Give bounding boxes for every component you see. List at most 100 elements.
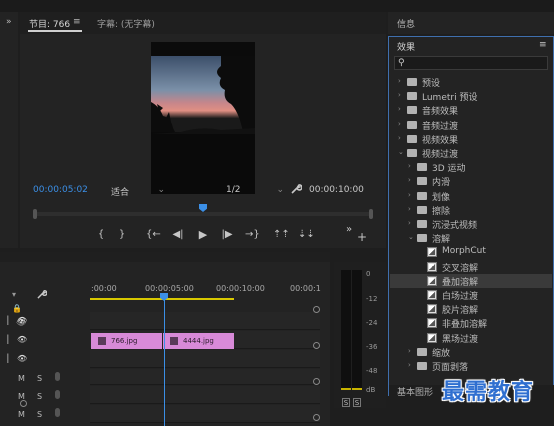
mark-out-button[interactable]: } [117,229,127,240]
expand-panels-button[interactable]: » [6,17,12,27]
chevron-right-icon[interactable]: › [408,205,411,213]
tab-caption[interactable]: 字幕: (无字幕) [97,17,155,30]
effects-menu-icon[interactable]: ≡ [539,40,547,50]
effects-tree-item[interactable]: › 缩放 [390,345,552,359]
chevron-right-icon[interactable]: › [408,361,411,369]
timeline-settings-wrench-icon[interactable] [37,289,48,302]
clip-766[interactable]: 766.jpg [91,333,162,349]
ruler-tick-5: 00:00:05:00 [145,284,194,293]
extract-button[interactable]: ⇣⇣ [298,229,315,240]
track-v2-target[interactable]: ▕ [2,335,8,344]
eye-icon[interactable]: 👁 [17,335,27,344]
step-back-button[interactable]: ◀| [171,229,185,240]
effects-tree-item[interactable]: 胶片溶解 [390,302,552,316]
chevron-right-icon[interactable]: › [398,105,401,113]
effects-tree-item[interactable]: 黑场过渡 [390,331,552,345]
step-forward-button[interactable]: |▶ [220,229,234,240]
chevron-down-icon[interactable]: ⌄ [398,148,404,156]
playhead-marker[interactable] [199,204,207,212]
effects-tree-item[interactable]: MorphCut [390,245,552,259]
tab-menu-icon[interactable]: ≡ [73,17,81,27]
mic-icon[interactable] [55,390,60,399]
solo-right-button[interactable]: S [353,398,361,407]
effects-tree-item[interactable]: 白场过渡 [390,288,552,302]
effects-panel-title[interactable]: 效果 [397,40,415,53]
resolution-select[interactable]: 1/2 ⌄ [226,185,284,195]
horizontal-scroll-handle[interactable] [20,400,27,407]
mark-in-button[interactable]: { [96,229,106,240]
chevron-down-icon[interactable]: ⌄ [408,233,414,241]
chevron-right-icon[interactable]: › [398,134,401,142]
settings-wrench-icon[interactable] [291,183,303,197]
effects-tree-item[interactable]: › 预设 [390,75,552,89]
mic-icon[interactable] [55,372,60,381]
vertical-scroll-handle[interactable] [313,342,320,349]
effects-tree-item-label: 音频过渡 [422,121,459,132]
track-v3-target[interactable]: ▕ [2,316,8,325]
chevron-right-icon[interactable]: › [408,162,411,170]
tab-program[interactable]: 节目: 766 [29,17,70,30]
track-v1[interactable] [90,350,320,368]
mute-button[interactable]: M [18,374,25,383]
vertical-scroll-handle[interactable] [313,306,320,313]
scrub-start-handle[interactable] [33,209,37,219]
eye-icon[interactable]: 👁 [17,354,27,363]
effects-tree-item[interactable]: › 视频效果 [390,132,552,146]
solo-button[interactable]: S [37,374,42,383]
effects-tree-item[interactable]: › 页面剥落 [390,359,552,373]
effects-search-input[interactable]: ⚲ [394,56,548,70]
effects-tree-item[interactable]: 交叉溶解 [390,260,552,274]
effects-tree-item[interactable]: ⌄ 视频过渡 [390,146,552,160]
scrub-bar[interactable] [33,212,373,216]
mute-button[interactable]: M [18,410,25,419]
vertical-scroll-handle[interactable] [313,378,320,385]
mic-icon[interactable] [55,408,60,417]
effects-tree-item[interactable]: ⌄ 溶解 [390,231,552,245]
effects-tree-item-label: 沉浸式视频 [432,221,478,231]
solo-button[interactable]: S [37,392,42,401]
go-to-out-button[interactable]: →} [245,229,260,240]
solo-button[interactable]: S [37,410,42,419]
play-button[interactable]: ▶ [196,228,210,241]
effects-tree-item[interactable]: 叠加溶解 [390,273,552,288]
effects-tree-item[interactable]: › Lumetri 预设 [390,89,552,103]
track-a1[interactable] [90,369,320,385]
go-to-in-button[interactable]: {← [146,229,161,240]
effects-tree-item[interactable]: › 内滑 [390,174,552,188]
effects-tree-item[interactable]: › 音频效果 [390,103,552,117]
solo-left-button[interactable]: S [342,398,350,407]
scrub-end-handle[interactable] [369,209,373,219]
effects-tree-item[interactable]: 非叠加溶解 [390,316,552,330]
effects-tree-item[interactable]: › 3D 运动 [390,160,552,174]
effects-tree-item[interactable]: › 擦除 [390,203,552,217]
info-panel-title[interactable]: 信息 [397,17,415,30]
fit-select[interactable]: 适合 ⌄ [111,185,165,198]
vertical-scroll-handle[interactable] [313,414,320,421]
add-button[interactable]: + [357,230,367,244]
chevron-right-icon[interactable]: › [398,91,401,99]
effects-tree-item[interactable]: › 划像 [390,189,552,203]
chevron-right-icon[interactable]: › [398,120,401,128]
chevron-right-icon[interactable]: › [408,219,411,227]
effects-tree-item[interactable]: › 音频过渡 [390,118,552,132]
chevron-right-icon[interactable]: › [408,347,411,355]
track-a2[interactable] [90,386,320,404]
track-v1-target[interactable]: ▕ [2,354,8,363]
transition-effect-icon [427,247,437,258]
lift-button[interactable]: ⇡⇡ [273,229,290,240]
chevron-right-icon[interactable]: › [408,191,411,199]
chevron-right-icon[interactable]: › [398,77,401,85]
effects-tree-item-label: MorphCut [442,246,486,257]
snap-icon[interactable]: ▾ [12,290,16,299]
effects-tree-item[interactable]: › 沉浸式视频 [390,217,552,231]
meter-label: -24 [366,319,378,327]
track-v3[interactable] [90,312,320,330]
chevron-right-icon[interactable]: › [408,176,411,184]
current-timecode[interactable]: 00:00:05:02 [33,185,88,195]
clip-4444[interactable]: 4444.jpg [163,333,234,349]
track-v3-lock-icon[interactable]: 🔒 [12,304,22,313]
tab-essential-graphics[interactable]: 基本图形 [397,385,433,398]
eye-icon[interactable]: 👁 [17,316,27,325]
track-a3[interactable] [90,405,320,423]
more-controls-button[interactable]: » [344,224,354,235]
